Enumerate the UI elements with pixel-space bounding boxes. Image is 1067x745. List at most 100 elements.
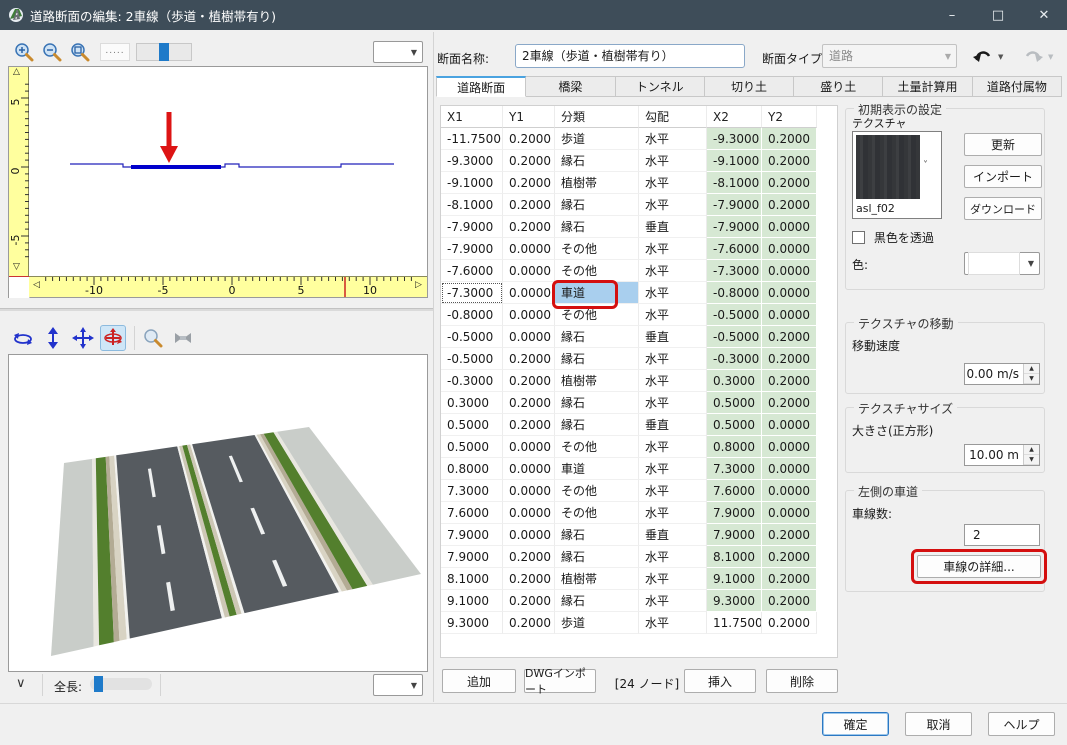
view-3d-preset-dropdown[interactable]: ▼ (373, 674, 423, 696)
road-3d-view[interactable] (8, 354, 428, 672)
collapse-chevron-icon[interactable]: ∨ (16, 676, 26, 691)
table-cell[interactable]: -0.5000 (441, 348, 503, 370)
table-cell[interactable]: -7.6000 (441, 260, 503, 282)
table-cell[interactable]: 0.0000 (503, 282, 555, 304)
table-cell[interactable]: 9.1000 (441, 590, 503, 612)
table-cell[interactable]: 0.0000 (762, 436, 817, 458)
table-cell[interactable]: 0.2000 (503, 348, 555, 370)
table-cell[interactable]: 8.1000 (707, 546, 762, 568)
table-cell[interactable]: 0.2000 (762, 546, 817, 568)
spin-down-icon[interactable]: ▼ (1024, 374, 1039, 384)
table-cell[interactable]: 縁石 (555, 546, 639, 568)
table-cell[interactable]: -0.3000 (707, 348, 762, 370)
table-cell[interactable]: 歩道 (555, 612, 639, 634)
table-cell[interactable]: 垂直 (639, 524, 707, 546)
size-spinner[interactable]: 10.00 m ▲▼ (964, 444, 1040, 466)
table-cell[interactable]: 0.2000 (503, 392, 555, 414)
table-cell[interactable]: -7.9000 (707, 194, 762, 216)
table-cell[interactable]: 0.2000 (503, 216, 555, 238)
tab-6[interactable]: 道路付属物 (972, 76, 1062, 97)
table-cell[interactable]: -7.6000 (707, 238, 762, 260)
table-header-cell[interactable]: 分類 (555, 106, 639, 128)
table-cell[interactable]: 0.2000 (762, 194, 817, 216)
table-cell[interactable]: 0.2000 (762, 150, 817, 172)
table-cell[interactable]: 0.0000 (762, 414, 817, 436)
table-cell[interactable]: -0.5000 (707, 304, 762, 326)
zoom-3d-icon[interactable] (140, 325, 166, 351)
table-cell[interactable]: 垂直 (639, 414, 707, 436)
table-cell[interactable]: 0.2000 (503, 150, 555, 172)
dwg-import-button[interactable]: DWGインポート (524, 669, 596, 693)
table-cell[interactable]: 縁石 (555, 150, 639, 172)
table-header-cell[interactable]: Y2 (762, 106, 817, 128)
table-cell[interactable]: 9.1000 (707, 568, 762, 590)
table-cell[interactable]: 水平 (639, 568, 707, 590)
table-cell[interactable]: 0.3000 (707, 370, 762, 392)
table-cell[interactable]: 0.0000 (503, 524, 555, 546)
table-cell[interactable]: -0.8000 (441, 304, 503, 326)
table-cell[interactable]: 7.9000 (441, 524, 503, 546)
table-cell[interactable]: 水平 (639, 546, 707, 568)
table-cell[interactable]: 歩道 (555, 128, 639, 150)
table-cell[interactable]: 水平 (639, 502, 707, 524)
table-cell[interactable]: 水平 (639, 392, 707, 414)
table-cell[interactable]: 縁石 (555, 348, 639, 370)
table-cell[interactable]: -0.8000 (707, 282, 762, 304)
table-cell[interactable]: -7.9000 (441, 238, 503, 260)
tab-1[interactable]: 橋梁 (525, 76, 615, 97)
table-cell[interactable]: 車道 (555, 458, 639, 480)
table-cell[interactable]: -0.5000 (707, 326, 762, 348)
table-cell[interactable]: 0.0000 (503, 458, 555, 480)
spin-up-icon[interactable]: ▲ (1024, 364, 1039, 374)
table-cell[interactable]: 縁石 (555, 216, 639, 238)
table-cell[interactable]: 0.2000 (503, 172, 555, 194)
table-cell[interactable]: 0.0000 (503, 304, 555, 326)
table-cell[interactable]: 0.0000 (503, 326, 555, 348)
table-cell[interactable]: 0.0000 (503, 436, 555, 458)
delete-button[interactable]: 削除 (766, 669, 838, 693)
table-cell[interactable]: 0.3000 (441, 392, 503, 414)
table-cell[interactable]: 0.2000 (503, 414, 555, 436)
tab-2[interactable]: トンネル (615, 76, 705, 97)
table-cell[interactable]: 0.0000 (762, 238, 817, 260)
zoom-slider[interactable] (136, 43, 192, 61)
table-cell[interactable]: -7.9000 (707, 216, 762, 238)
table-cell[interactable]: 水平 (639, 436, 707, 458)
cancel-button[interactable]: 取消 (905, 712, 972, 736)
table-cell[interactable]: -7.9000 (441, 216, 503, 238)
table-cell[interactable]: 縁石 (555, 524, 639, 546)
table-cell[interactable]: 0.5000 (441, 414, 503, 436)
table-cell[interactable]: -9.3000 (707, 128, 762, 150)
table-cell[interactable]: 0.2000 (503, 590, 555, 612)
table-cell[interactable]: -9.3000 (441, 150, 503, 172)
table-cell[interactable]: 水平 (639, 370, 707, 392)
table-cell[interactable]: 0.2000 (762, 612, 817, 634)
table-cell[interactable]: 7.9000 (707, 502, 762, 524)
table-cell[interactable]: その他 (555, 260, 639, 282)
table-cell[interactable]: 0.2000 (503, 612, 555, 634)
table-cell[interactable]: 7.6000 (707, 480, 762, 502)
table-cell[interactable]: -9.1000 (707, 150, 762, 172)
undo-button[interactable]: ▼ (972, 46, 1012, 68)
tab-0[interactable]: 道路断面 (436, 76, 526, 97)
table-cell[interactable]: 0.2000 (762, 348, 817, 370)
table-cell[interactable]: -7.3000 (441, 282, 503, 304)
ok-button[interactable]: 確定 (822, 712, 889, 736)
table-cell[interactable]: その他 (555, 238, 639, 260)
table-cell[interactable]: 垂直 (639, 216, 707, 238)
title-bar[interactable]: 道路断面の編集: 2車線（歩道・植樹帯有り) – □ ✕ (0, 0, 1067, 30)
tab-3[interactable]: 切り土 (704, 76, 794, 97)
table-cell[interactable]: その他 (555, 502, 639, 524)
undo-dropdown-arrow-icon[interactable]: ▼ (998, 53, 1003, 61)
vertical-ruler[interactable] (9, 67, 29, 276)
table-cell[interactable]: 縁石 (555, 326, 639, 348)
table-cell[interactable]: 0.2000 (503, 128, 555, 150)
table-cell[interactable]: 植樹帯 (555, 568, 639, 590)
section-2d-view[interactable]: △ ▽ ◁ ▷ -10-5051050-5 (8, 66, 428, 298)
texture-dropdown-chevron-icon[interactable]: ˅ (923, 160, 928, 171)
download-button[interactable]: ダウンロード (964, 197, 1042, 220)
table-cell[interactable]: 0.0000 (762, 480, 817, 502)
table-cell[interactable]: 7.3000 (441, 480, 503, 502)
line-style-button[interactable]: ..... (100, 43, 130, 61)
ruler-up-arrow-icon[interactable]: △ (13, 68, 20, 77)
